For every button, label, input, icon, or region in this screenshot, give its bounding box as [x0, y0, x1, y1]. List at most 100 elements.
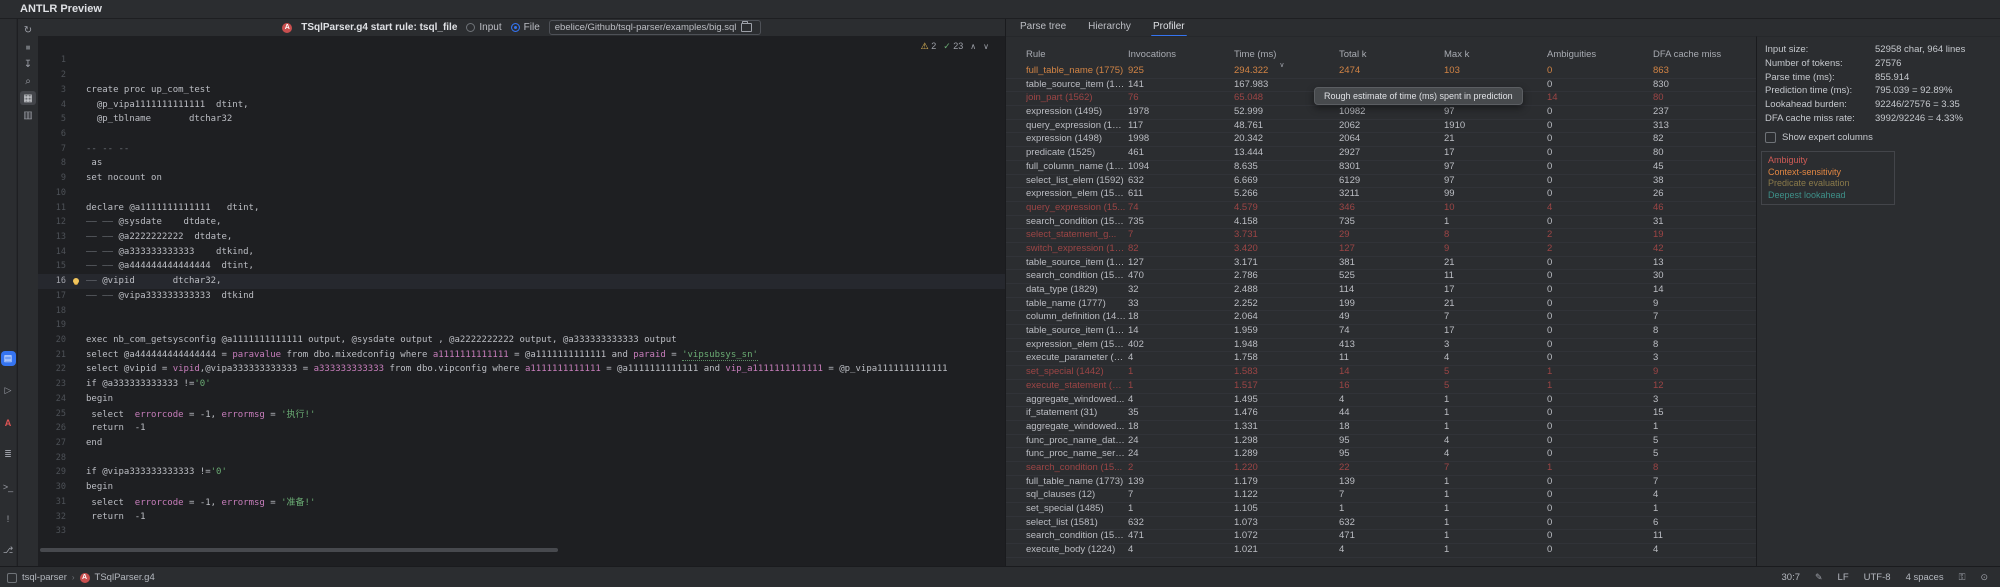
test-file-path-field[interactable]: ebelice/Github/tsql-parser/examples/big.…	[549, 20, 761, 35]
editor-line[interactable]: 3create proc up_com_test	[38, 82, 1005, 97]
notifications-icon[interactable]: ⊙	[1980, 572, 1988, 583]
editor-line[interactable]: 32 return -1	[38, 509, 1005, 524]
column-header-rule[interactable]: Rule	[1026, 49, 1046, 60]
editor-line[interactable]: 6	[38, 127, 1005, 142]
profiler-table-row[interactable]: expression (1498)199820.342206421082	[1006, 133, 1756, 147]
profiler-table-row[interactable]: select_statement_g...73.731298219	[1006, 229, 1756, 243]
search-icon[interactable]: ⌕	[20, 74, 36, 88]
profiler-table-row[interactable]: switch_expression (15...823.4201279242	[1006, 243, 1756, 257]
editor-line[interactable]: 12—— —— @sysdate dtdate,	[38, 215, 1005, 230]
editor-line[interactable]: 21select @a444444444444444 = paravalue f…	[38, 347, 1005, 362]
code-editor[interactable]: 123create proc up_com_test4 @p_vipa11111…	[38, 36, 1005, 566]
profiler-table-row[interactable]: set_special (1485)11.1051101	[1006, 503, 1756, 517]
profiler-table-row[interactable]: query_expression (1527)11748.76120621910…	[1006, 120, 1756, 134]
breadcrumb-file[interactable]: TSqlParser.g4	[95, 572, 155, 583]
profiler-table-row[interactable]: table_source_item (15...1273.17138121013	[1006, 257, 1756, 271]
profiler-table-row[interactable]: expression_elem (1590)6115.266321199026	[1006, 188, 1756, 202]
profiler-table-row[interactable]: execute_statement (11...11.517165112	[1006, 380, 1756, 394]
problems-toolwindow-icon[interactable]: !	[1, 511, 16, 526]
antlr-preview-toolwindow-icon[interactable]: ▤	[1, 351, 16, 366]
profiler-table-row[interactable]: if_statement (31)351.476441015	[1006, 407, 1756, 421]
editor-line[interactable]: 31 select errorcode = -1, errormsg = '准备…	[38, 495, 1005, 510]
profiler-table-row[interactable]: select_list_elem (1592)6326.669612997038	[1006, 175, 1756, 189]
inspection-widget[interactable]: ⚠ 2 ✓ 23 ∧ ∨	[921, 41, 989, 52]
prev-problem-arrow-icon[interactable]: ∧	[970, 42, 976, 51]
tab-parse-tree[interactable]: Parse tree	[1020, 19, 1066, 36]
column-header-dfa-cache-miss[interactable]: DFA cache miss	[1653, 49, 1721, 60]
profiler-table-row[interactable]: search_condition (15...21.22022718	[1006, 462, 1756, 476]
column-header-time-ms-[interactable]: Time (ms)∨	[1234, 49, 1276, 60]
editor-line[interactable]: 8 as	[38, 156, 1005, 171]
editor-line[interactable]: 22select @vipid = vipid,@vipa33333333333…	[38, 362, 1005, 377]
profiler-table-row[interactable]: search_condition (1517)4702.78652511030	[1006, 270, 1756, 284]
editor-line[interactable]: 1	[38, 53, 1005, 68]
profiler-table-row[interactable]: predicate (1525)46113.444292717080	[1006, 147, 1756, 161]
profiler-table-row[interactable]: search_condition (1516)4711.0724711011	[1006, 530, 1756, 544]
editor-line[interactable]: 29if @vipa333333333333 !='0'	[38, 465, 1005, 480]
scroll-to-source-icon[interactable]: ↧	[20, 57, 36, 71]
show-expert-columns-checkbox[interactable]	[1765, 132, 1776, 143]
refresh-icon[interactable]: ↻	[20, 23, 36, 37]
editor-line[interactable]: 7-- -- --	[38, 141, 1005, 156]
editor-line[interactable]: 30begin	[38, 480, 1005, 495]
profiler-table-row[interactable]: func_proc_name_serv...241.28995405	[1006, 448, 1756, 462]
profiler-table-row[interactable]: execute_body (1224)41.0214104	[1006, 544, 1756, 558]
profiler-table-row[interactable]: table_name (1777)332.2521992109	[1006, 298, 1756, 312]
profiler-table-row[interactable]: aggregate_windowed...181.33118101	[1006, 421, 1756, 435]
editor-line[interactable]: 4 @p_vipa1111111111111 dtint,	[38, 97, 1005, 112]
editor-line[interactable]: 25 select errorcode = -1, errormsg = '执行…	[38, 406, 1005, 421]
column-header-total-k[interactable]: Total k	[1339, 49, 1366, 60]
profiler-table-row[interactable]: sql_clauses (12)71.1227104	[1006, 489, 1756, 503]
profiler-table-row[interactable]: search_condition (1519)7354.1587351031	[1006, 216, 1756, 230]
editor-line[interactable]: 13—— —— @a2222222222 dtdate,	[38, 230, 1005, 245]
editor-line[interactable]: 14—— —— @a333333333333 dtkind,	[38, 244, 1005, 259]
editor-line[interactable]: 20exec nb_com_getsysconfig @a11111111111…	[38, 333, 1005, 348]
editor-line[interactable]: 23if @a333333333333 !='0'	[38, 377, 1005, 392]
antlr-logo-icon[interactable]: A	[1, 415, 16, 430]
input-radio[interactable]: Input	[466, 22, 501, 33]
profiler-table-row[interactable]: expression (1495)197852.99910982970237	[1006, 106, 1756, 120]
editor-line[interactable]: 16—— @vipid dtchar32,	[38, 274, 1005, 289]
profiler-table-row[interactable]: execute_parameter (1...41.75811403	[1006, 352, 1756, 366]
editor-line[interactable]: 11declare @a1111111111111 dtint,	[38, 200, 1005, 215]
editor-line[interactable]: 33	[38, 524, 1005, 539]
profiler-table-row[interactable]: full_table_name (1775)925294.32224741030…	[1006, 65, 1756, 79]
tab-hierarchy[interactable]: Hierarchy	[1088, 19, 1131, 36]
git-branch-icon[interactable]: ⎇	[1, 543, 16, 558]
editor-line[interactable]: 19	[38, 318, 1005, 333]
file-radio[interactable]: File	[511, 22, 540, 33]
profiler-view-icon[interactable]: ▦	[20, 91, 36, 105]
profiler-table-row[interactable]: aggregate_windowed...41.4954103	[1006, 394, 1756, 408]
profiler-table-row[interactable]: full_table_name (1773)1391.179139107	[1006, 476, 1756, 490]
tab-profiler[interactable]: Profiler	[1153, 19, 1185, 36]
profiler-table-row[interactable]: set_special (1442)11.58314519	[1006, 366, 1756, 380]
editor-line[interactable]: 5 @p_tblname dtchar32	[38, 112, 1005, 127]
highlighting-level-icon[interactable]: ✎	[1815, 572, 1823, 583]
profiler-table-row[interactable]: expression_elem (1589)4021.948413308	[1006, 339, 1756, 353]
unlock-icon[interactable]: ⚿	[1959, 572, 1966, 583]
column-header-max-k[interactable]: Max k	[1444, 49, 1469, 60]
profiler-table-row[interactable]: func_proc_name_data...241.29895405	[1006, 435, 1756, 449]
editor-line[interactable]: 28	[38, 450, 1005, 465]
editor-horizontal-scrollbar[interactable]	[40, 548, 558, 552]
profiler-table-row[interactable]: query_expression (15...744.57934610446	[1006, 202, 1756, 216]
services-toolwindow-icon[interactable]: ≣	[1, 447, 16, 462]
next-problem-arrow-icon[interactable]: ∨	[983, 42, 989, 51]
profiler-table-row[interactable]: table_source_item (15...141.959741708	[1006, 325, 1756, 339]
editor-line[interactable]: 27end	[38, 436, 1005, 451]
profiler-table-row[interactable]: column_definition (1421)182.06449707	[1006, 311, 1756, 325]
editor-line[interactable]: 18	[38, 303, 1005, 318]
parse-tree-view-icon[interactable]: ▥	[20, 108, 36, 122]
run-toolwindow-icon[interactable]: ▷	[1, 383, 16, 398]
intention-bulb-icon[interactable]	[73, 278, 79, 284]
profiler-table-row[interactable]: full_column_name (17...10948.63583019704…	[1006, 161, 1756, 175]
profiler-table-row[interactable]: data_type (1829)322.48811417014	[1006, 284, 1756, 298]
line-ending[interactable]: LF	[1838, 572, 1849, 583]
editor-line[interactable]: 24begin	[38, 392, 1005, 407]
column-header-invocations[interactable]: Invocations	[1128, 49, 1176, 60]
editor-line[interactable]: 10	[38, 185, 1005, 200]
editor-line[interactable]: 9set nocount on	[38, 171, 1005, 186]
terminal-toolwindow-icon[interactable]: >_	[1, 479, 16, 494]
folder-icon[interactable]	[741, 23, 752, 32]
editor-line[interactable]: 17—— —— @vipa333333333333 dtkind	[38, 289, 1005, 304]
